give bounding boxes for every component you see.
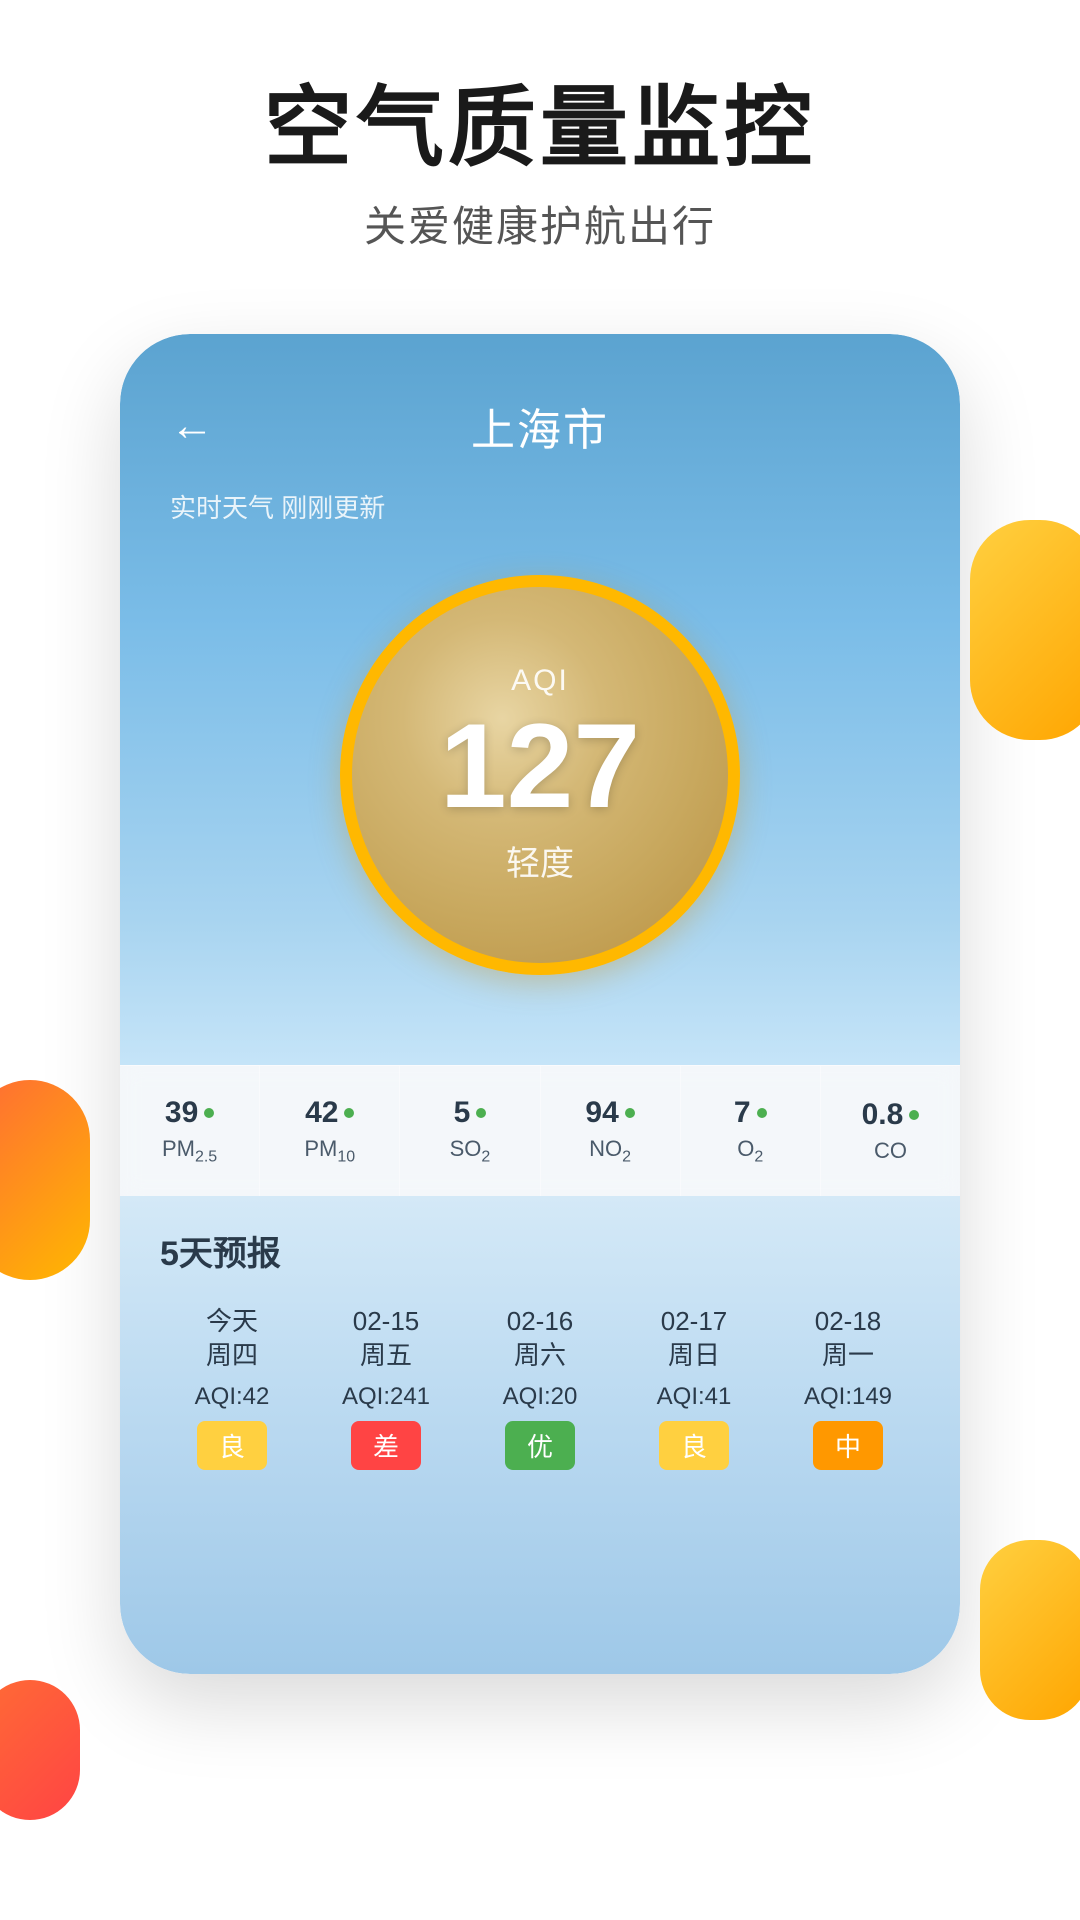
forecast-title: 5天预报 xyxy=(160,1226,920,1275)
no2-name: NO2 xyxy=(589,1136,631,1166)
pm10-dot xyxy=(344,1108,354,1118)
app-title: 空气质量监控 xyxy=(0,80,1080,177)
deco-shape-bottom-left xyxy=(0,1680,80,1820)
pollutant-no2: 94 NO2 xyxy=(541,1066,681,1196)
app-subtitle: 关爱健康护航出行 xyxy=(0,193,1080,254)
forecast-grid: 今天周四 AQI:42 良 02-15周五 AQI:241 差 02-16周六 … xyxy=(160,1305,920,1470)
forecast-day-1: 02-15周五 AQI:241 差 xyxy=(314,1305,458,1470)
pollutant-so2: 5 SO2 xyxy=(400,1066,540,1196)
forecast-date-0: 今天周四 xyxy=(206,1305,258,1373)
aqi-circle-container: AQI 127 轻度 xyxy=(340,575,740,975)
pollutant-value-row: 94 xyxy=(585,1096,634,1130)
no2-value: 94 xyxy=(585,1096,618,1130)
forecast-aqi-4: AQI:149 xyxy=(804,1383,892,1411)
forecast-badge-1: 差 xyxy=(351,1421,421,1470)
pollutant-section: 39 PM2.5 42 PM10 5 SO2 xyxy=(120,1065,960,1196)
no2-dot xyxy=(625,1108,635,1118)
pm25-value: 39 xyxy=(165,1096,198,1130)
header-section: 空气质量监控 关爱健康护航出行 xyxy=(0,0,1080,294)
pollutant-o2: 7 O2 xyxy=(681,1066,821,1196)
pm10-value: 42 xyxy=(305,1096,338,1130)
pollutant-pm25: 39 PM2.5 xyxy=(120,1066,260,1196)
pm10-name: PM10 xyxy=(304,1136,355,1166)
forecast-day-2: 02-16周六 AQI:20 优 xyxy=(468,1305,612,1470)
top-section: ← 上海市 实时天气 刚刚更新 AQI 127 轻度 xyxy=(120,334,960,1065)
aqi-label: AQI xyxy=(511,664,569,698)
forecast-badge-3: 良 xyxy=(659,1421,729,1470)
so2-dot xyxy=(476,1108,486,1118)
so2-value: 5 xyxy=(454,1096,471,1130)
aqi-description: 轻度 xyxy=(506,836,574,885)
forecast-date-2: 02-16周六 xyxy=(507,1305,574,1373)
forecast-date-4: 02-18周一 xyxy=(815,1305,882,1373)
forecast-day-0: 今天周四 AQI:42 良 xyxy=(160,1305,304,1470)
o2-dot xyxy=(757,1108,767,1118)
deco-shape-right xyxy=(970,520,1080,740)
forecast-day-3: 02-17周日 AQI:41 良 xyxy=(622,1305,766,1470)
co-value: 0.8 xyxy=(862,1098,904,1132)
forecast-day-4: 02-18周一 AQI:149 中 xyxy=(776,1305,920,1470)
pollutant-value-row: 39 xyxy=(165,1096,214,1130)
o2-name: O2 xyxy=(737,1136,763,1166)
pollutant-value-row: 5 xyxy=(454,1096,487,1130)
forecast-badge-4: 中 xyxy=(813,1421,883,1470)
deco-shape-bottom-right xyxy=(980,1540,1080,1720)
pollutant-pm10: 42 PM10 xyxy=(260,1066,400,1196)
city-label: 上海市 xyxy=(471,394,609,458)
forecast-aqi-3: AQI:41 xyxy=(657,1383,732,1411)
so2-name: SO2 xyxy=(450,1136,491,1166)
pollutant-value-row: 7 xyxy=(734,1096,767,1130)
forecast-section: 5天预报 今天周四 AQI:42 良 02-15周五 AQI:241 差 02-… xyxy=(120,1196,960,1674)
pollutant-value-row: 42 xyxy=(305,1096,354,1130)
forecast-badge-2: 优 xyxy=(505,1421,575,1470)
phone-mockup: ← 上海市 实时天气 刚刚更新 AQI 127 轻度 39 PM2.5 xyxy=(120,334,960,1674)
o2-value: 7 xyxy=(734,1096,751,1130)
forecast-aqi-2: AQI:20 xyxy=(503,1383,578,1411)
pollutant-co: 0.8 CO xyxy=(821,1066,960,1196)
forecast-aqi-1: AQI:241 xyxy=(342,1383,430,1411)
app-screen: ← 上海市 实时天气 刚刚更新 AQI 127 轻度 39 PM2.5 xyxy=(120,334,960,1674)
co-dot xyxy=(909,1110,919,1120)
co-name: CO xyxy=(874,1138,907,1164)
aqi-value: 127 xyxy=(440,706,640,826)
pollutant-value-row: 0.8 xyxy=(862,1098,920,1132)
aqi-circle: AQI 127 轻度 xyxy=(340,575,740,975)
forecast-date-1: 02-15周五 xyxy=(353,1305,420,1373)
forecast-aqi-0: AQI:42 xyxy=(195,1383,270,1411)
pm25-dot xyxy=(204,1108,214,1118)
back-button[interactable]: ← xyxy=(170,401,214,451)
pm25-name: PM2.5 xyxy=(162,1136,217,1166)
forecast-date-3: 02-17周日 xyxy=(661,1305,728,1373)
deco-shape-left xyxy=(0,1080,90,1280)
update-info: 实时天气 刚刚更新 xyxy=(170,488,910,525)
nav-bar: ← 上海市 xyxy=(170,394,910,458)
forecast-badge-0: 良 xyxy=(197,1421,267,1470)
